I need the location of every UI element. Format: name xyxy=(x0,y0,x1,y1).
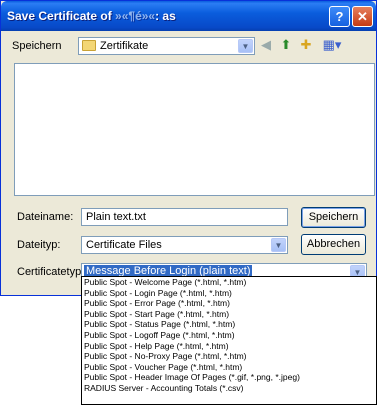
title-bar[interactable]: Save Certificate of »«¶é»«: as ? ✕ xyxy=(1,1,376,31)
save-in-combo[interactable]: Zertifikate ▼ xyxy=(78,37,255,55)
dropdown-option[interactable]: Public Spot - Error Page (*.html, *.htm) xyxy=(82,298,376,309)
new-folder-icon[interactable]: ✚ xyxy=(298,37,314,53)
filetype-value: Certificate Files xyxy=(86,239,162,251)
dropdown-option[interactable]: Public Spot - Login Page (*.html, *.htm) xyxy=(82,288,376,299)
dropdown-option[interactable]: Public Spot - Welcome Page (*.html, *.ht… xyxy=(82,277,376,288)
save-dialog: Save Certificate of »«¶é»«: as ? ✕ Speic… xyxy=(0,0,377,296)
folder-icon xyxy=(82,40,96,51)
save-in-label: Speichern xyxy=(12,40,62,52)
dropdown-option[interactable]: Public Spot - Header Image Of Pages (*.g… xyxy=(82,372,376,383)
dropdown-option[interactable]: Public Spot - Start Page (*.html, *.htm) xyxy=(82,309,376,320)
filename-value: Plain text.txt xyxy=(86,211,146,223)
save-button[interactable]: Speichern xyxy=(301,207,366,228)
window-title: Save Certificate of »«¶é»«: as xyxy=(7,9,176,23)
up-folder-icon[interactable]: ⬆ xyxy=(278,37,294,53)
dropdown-option[interactable]: Public Spot - Help Page (*.html, *.htm) xyxy=(82,341,376,352)
filename-field[interactable]: Plain text.txt xyxy=(81,208,288,226)
filename-label: Dateiname: xyxy=(17,211,74,223)
dropdown-option[interactable]: Public Spot - Voucher Page (*.html, *.ht… xyxy=(82,362,376,373)
dropdown-option[interactable]: Public Spot - Status Page (*.html, *.htm… xyxy=(82,319,376,330)
views-menu-icon[interactable]: ▦▾ xyxy=(319,37,345,53)
close-button[interactable]: ✕ xyxy=(352,6,373,27)
dropdown-option[interactable]: Public Spot - No-Proxy Page (*.html, *.h… xyxy=(82,351,376,362)
filetype-combo[interactable]: Certificate Files ▼ xyxy=(81,236,288,254)
file-list[interactable] xyxy=(14,63,375,196)
dropdown-option[interactable]: Public Spot - Logoff Page (*.html, *.htm… xyxy=(82,330,376,341)
chevron-down-icon[interactable]: ▼ xyxy=(238,39,253,53)
chevron-down-icon[interactable]: ▼ xyxy=(271,238,286,252)
save-in-value: Zertifikate xyxy=(100,40,149,52)
cancel-button[interactable]: Abbrechen xyxy=(301,234,366,255)
filetype-label: Dateityp: xyxy=(17,239,61,251)
certtype-dropdown-list[interactable]: Public Spot - Welcome Page (*.html, *.ht… xyxy=(81,276,377,405)
dropdown-option[interactable]: RADIUS Server - Accounting Totals (*.csv… xyxy=(82,383,376,394)
certtype-label: Certificatetype: xyxy=(17,266,91,278)
help-button[interactable]: ? xyxy=(329,6,350,27)
back-icon[interactable]: ◀ xyxy=(258,37,274,53)
